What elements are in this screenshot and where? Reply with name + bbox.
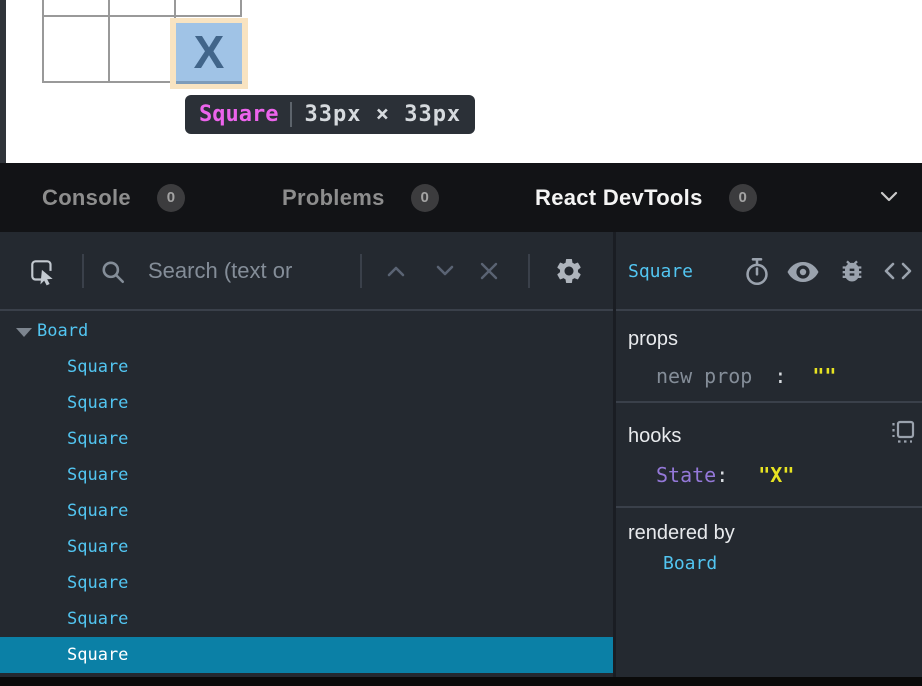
- hook-value[interactable]: "X": [758, 463, 794, 487]
- tab-count-badge: 0: [157, 184, 185, 212]
- component-name: Square: [0, 609, 128, 629]
- bug-icon[interactable]: [838, 257, 866, 285]
- props-section: props new prop : "": [616, 311, 922, 403]
- chevron-down-icon[interactable]: [880, 190, 898, 203]
- toolbar-divider: [82, 254, 84, 288]
- tab-label: React DevTools: [535, 185, 703, 211]
- tree-item-square-selected[interactable]: Square: [0, 637, 613, 673]
- tree-item-square[interactable]: Square: [0, 421, 613, 457]
- board-gridline: [42, 0, 44, 83]
- rendered-by-title: rendered by: [628, 522, 735, 545]
- component-tree: Board Square Square Square Square Square Squar…: [0, 311, 613, 677]
- inspect-tooltip: Square 33px × 33px: [185, 95, 475, 134]
- page-left-edge: [0, 0, 6, 164]
- tree-item-square[interactable]: Square: [0, 349, 613, 385]
- suspense-timer-icon[interactable]: [743, 257, 771, 287]
- toolbar-divider: [360, 254, 362, 288]
- props-row: new prop : "": [656, 364, 836, 388]
- board-gridline: [42, 15, 242, 17]
- colon-separator: :: [774, 364, 786, 388]
- inspected-page: X Square 33px × 33px: [0, 0, 922, 164]
- search-previous-icon[interactable]: [386, 264, 406, 278]
- devtools-window: X Square 33px × 33px Console 0 Problems …: [0, 0, 922, 686]
- search-input[interactable]: [148, 252, 353, 290]
- inspect-element-picker-icon[interactable]: [28, 257, 58, 287]
- gear-icon[interactable]: [554, 256, 584, 286]
- search-clear-icon[interactable]: [478, 260, 500, 282]
- inspect-dom-eye-icon[interactable]: [786, 260, 820, 284]
- caret-down-icon[interactable]: [16, 328, 32, 337]
- tree-item-square[interactable]: Square: [0, 493, 613, 529]
- tree-item-square[interactable]: Square: [0, 601, 613, 637]
- hook-name: State: [656, 463, 716, 487]
- highlighted-square-cell[interactable]: X: [176, 23, 242, 84]
- tab-count-badge: 0: [411, 184, 439, 212]
- tooltip-dimensions: 33px × 33px: [304, 102, 461, 127]
- colon-separator: :: [716, 463, 728, 487]
- selected-component-name: Square: [628, 258, 693, 286]
- component-inspector-panel: props new prop : "" hooks State : "X": [616, 311, 922, 677]
- component-name: Square: [0, 573, 128, 593]
- tree-item-board[interactable]: Board: [0, 313, 613, 349]
- tooltip-separator: [290, 102, 292, 127]
- view-source-icon[interactable]: [883, 259, 913, 283]
- toolbar-divider: [528, 254, 530, 288]
- tab-label: Console: [42, 185, 131, 211]
- owner-link-board[interactable]: Board: [663, 553, 717, 574]
- square-x-mark: X: [194, 29, 225, 75]
- component-name: Square: [0, 465, 128, 485]
- tree-item-square[interactable]: Square: [0, 565, 613, 601]
- component-name: Square: [0, 501, 128, 521]
- tab-count-badge: 0: [729, 184, 757, 212]
- react-devtools-toolbar: Square: [0, 232, 922, 311]
- tab-label: Problems: [282, 185, 385, 211]
- devtools-tab-bar: Console 0 Problems 0 React DevTools 0: [0, 163, 922, 232]
- props-title: props: [628, 328, 678, 351]
- parse-hook-names-icon[interactable]: [890, 419, 916, 445]
- bottom-edge: [0, 677, 922, 686]
- panel-divider[interactable]: [613, 232, 616, 677]
- component-name: Square: [0, 357, 128, 377]
- component-name: Square: [0, 537, 128, 557]
- component-name: Square: [0, 429, 128, 449]
- hooks-section: hooks State : "X": [616, 403, 922, 508]
- rendered-by-section: rendered by Board: [616, 508, 922, 675]
- component-name: Square: [0, 393, 128, 413]
- tab-react-devtools[interactable]: React DevTools 0: [535, 163, 757, 232]
- board-gridline: [108, 0, 110, 83]
- tab-problems[interactable]: Problems 0: [282, 163, 439, 232]
- tooltip-component-name: Square: [199, 102, 278, 127]
- tree-item-square[interactable]: Square: [0, 457, 613, 493]
- hook-state-row[interactable]: State : "X": [656, 463, 794, 487]
- tree-item-square[interactable]: Square: [0, 385, 613, 421]
- hooks-title: hooks: [628, 425, 681, 448]
- search-next-icon[interactable]: [435, 264, 455, 278]
- tab-console[interactable]: Console 0: [42, 163, 185, 232]
- component-name: Square: [0, 645, 128, 665]
- tree-item-square[interactable]: Square: [0, 529, 613, 565]
- prop-value-input[interactable]: "": [812, 364, 836, 388]
- search-icon: [100, 259, 126, 285]
- component-name: Board: [0, 321, 88, 341]
- new-prop-input[interactable]: new prop: [656, 364, 752, 388]
